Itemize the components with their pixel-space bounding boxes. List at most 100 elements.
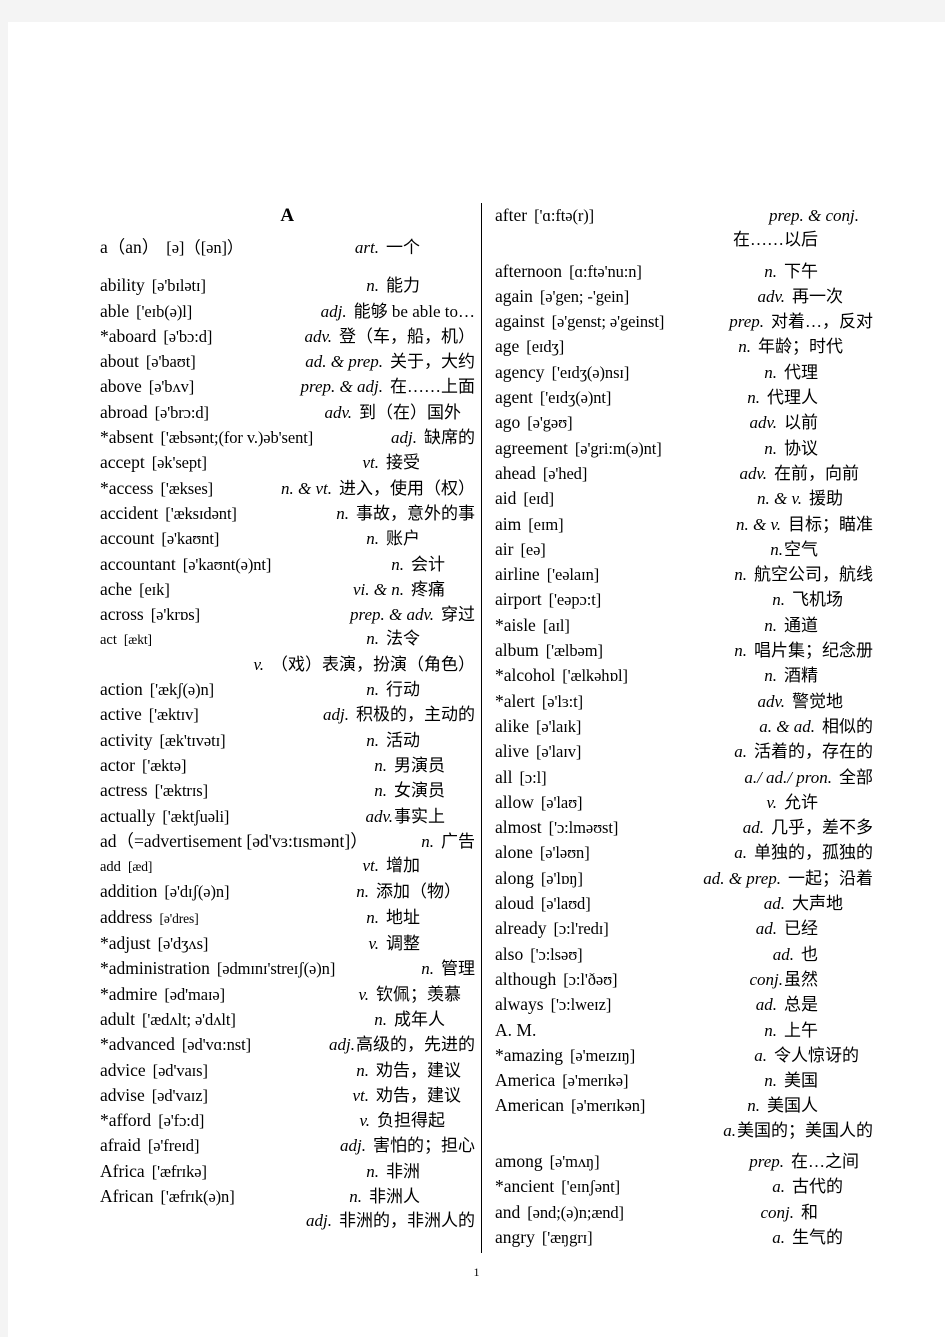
part-of-speech: adv. [739, 463, 767, 483]
phonetic-transcription: ['ækʃ(ə)n] [149, 680, 215, 700]
definition: 代理人 [767, 388, 818, 408]
dictionary-page: A a（an） [ə]（[ən]） art. 一个 ability [ə'bɪlətɪ] n… [8, 22, 945, 1337]
part-of-speech: prep. [749, 1151, 784, 1171]
left-entry-list: a（an） [ə]（[ən]） art. 一个 ability [ə'bɪlətɪ] n. 能… [100, 235, 475, 1234]
phonetic-transcription: [ə'krɒs] [150, 605, 201, 625]
entry-sense: n. 法令 [348, 627, 475, 651]
entry-sense: adj. 缺席的 [373, 426, 475, 450]
phonetic-transcription: [ə'meɪzɪŋ] [570, 1045, 636, 1065]
phonetic-transcription: [ə'freɪd] [147, 1136, 200, 1156]
headword: agent [495, 387, 533, 408]
entry-sense: a. 活着的，存在的 [716, 740, 873, 764]
headword: a（an） [100, 237, 160, 257]
definition: 飞机场 [792, 590, 843, 610]
phonetic-transcription: ['æfrɪkə] [151, 1161, 207, 1181]
headword: able [100, 300, 130, 321]
definition: 援助 [809, 489, 843, 509]
entry-sense: v. 允许 [748, 791, 873, 815]
dictionary-entry: aloud [ə'laʊd] ad. 大声地 [495, 891, 873, 916]
dictionary-entry: across [ə'krɒs] prep. & adv. 穿过 [100, 602, 475, 627]
dictionary-entry: advice [əd'vaɪs] n. 劝告，建议 [100, 1058, 475, 1083]
phonetic-transcription: [ə'laʊd] [540, 894, 591, 914]
part-of-speech: n. [356, 1060, 369, 1080]
entry-sense: adv. 在前，向前 [721, 462, 873, 486]
part-of-speech: prep. [729, 312, 764, 332]
dictionary-entry: about [ə'baʊt] ad. & prep. 关于，大约 [100, 349, 475, 374]
headword: allow [495, 791, 534, 812]
dictionary-entry: *aisle [aɪl] n. 通道 [495, 613, 873, 638]
entry-sense: n. & v. 援助 [739, 487, 873, 511]
dictionary-entry: actor ['æktə] n. 男演员 [100, 753, 475, 778]
phonetic-transcription: [əd'maɪə] [164, 984, 226, 1004]
part-of-speech: adj. [306, 1211, 332, 1231]
definition: 生气的 [792, 1227, 843, 1247]
part-of-speech: art. [354, 238, 379, 257]
definition: 警觉地 [792, 691, 843, 711]
phonetic-transcription: [eɪm] [528, 514, 564, 534]
entry-sense: n. 账户 [348, 527, 475, 551]
headword: *afford [100, 1110, 152, 1131]
part-of-speech: a. [772, 1227, 785, 1247]
dictionary-entry: *ancient ['eɪnʃənt] a. 古代的 [495, 1174, 873, 1199]
phonetic-transcription: [eɪk] [139, 579, 170, 599]
entry-sense: ad. & prep. 关于，大约 [287, 350, 475, 374]
phonetic-transcription: [ə'laɪv] [536, 742, 582, 762]
part-of-speech: n. [747, 1096, 760, 1116]
entry-sense: adj. 害怕的；担心 [322, 1134, 475, 1158]
phonetic-transcription: [ə'dɪʃ(ə)n] [164, 882, 230, 902]
phonetic-transcription: [ə'bɔ:d] [163, 326, 213, 346]
dictionary-entry: accident ['æksɪdənt] n. 事故，意外的事 [100, 501, 475, 526]
definition: 再一次 [792, 286, 843, 306]
part-of-speech: a. [734, 742, 747, 762]
part-of-speech: ad. & prep. [703, 868, 781, 888]
part-of-speech: n. [734, 565, 747, 585]
dictionary-entry: allow [ə'laʊ] v. 允许 [495, 790, 873, 815]
definition: 法令 [386, 629, 420, 649]
part-of-speech: n. [764, 666, 777, 686]
headword: age [495, 336, 520, 357]
entry-sense: vt. 增加 [344, 854, 475, 878]
part-of-speech: n. [349, 1186, 362, 1206]
part-of-speech: ad. [763, 894, 785, 914]
definition: 劝告，建议 [376, 1085, 461, 1105]
entry-sense: prep. & adv. 穿过 [332, 603, 475, 627]
entry-continuation: v. （戏）表演，扮演（角色） [100, 653, 475, 677]
part-of-speech: a. [734, 843, 747, 863]
headword: already [495, 918, 547, 939]
part-of-speech: adv. [304, 326, 332, 346]
headword: ago [495, 412, 521, 433]
entry-sense: n. 唱片集；纪念册 [716, 639, 873, 663]
entry-sense: adj. 能够 be able to… [303, 300, 475, 324]
entry-sense: prep. 在…之间 [731, 1150, 873, 1174]
dictionary-entry: ahead [ə'hed] adv. 在前，向前 [495, 461, 873, 486]
dictionary-entry: always ['ɔ:lweɪz] ad. 总是 [495, 992, 873, 1017]
phonetic-transcription: ['ɑ:ftə(r)] [534, 206, 595, 225]
headword: advise [100, 1084, 145, 1105]
entry-sense: adv. 到（在）国外 [306, 401, 475, 425]
definition: 非洲人 [369, 1186, 420, 1206]
entry-sense: adj. 非洲的，非洲人的 [288, 1209, 475, 1233]
dictionary-entry: already [ɔ:l'redɪ] ad. 已经 [495, 916, 873, 941]
definition: 调整 [386, 934, 420, 954]
phonetic-transcription: [ə'merɪkən] [571, 1096, 646, 1116]
part-of-speech: adv. [749, 413, 777, 433]
entry-sense: conj. 虽然 [731, 968, 873, 992]
entry-sense: v. 负担得起 [341, 1109, 475, 1133]
definition: 高级的，先进的 [356, 1035, 475, 1055]
entry-sense: n. 地址 [348, 906, 475, 930]
headword: afraid [100, 1135, 141, 1156]
part-of-speech: adv. [365, 806, 393, 826]
part-of-speech: vi. & n. [353, 579, 404, 599]
entry-continuation: 在……以后 [495, 228, 873, 252]
definition: 通道 [784, 615, 818, 635]
part-of-speech: n. [770, 539, 783, 559]
part-of-speech: v. [359, 1111, 370, 1131]
page-body: A a（an） [ə]（[ən]） art. 一个 ability [ə'bɪlətɪ] n… [8, 22, 945, 1254]
dictionary-entry: alone [ə'ləʊn] a. 单独的，孤独的 [495, 840, 873, 865]
part-of-speech: adj. [323, 705, 349, 725]
headword: act [100, 632, 117, 649]
part-of-speech: a. & ad. [759, 716, 815, 736]
part-of-speech: adj. [340, 1136, 366, 1156]
entry-sense: n. 管理 [403, 957, 475, 981]
part-of-speech: n. [764, 1071, 777, 1091]
